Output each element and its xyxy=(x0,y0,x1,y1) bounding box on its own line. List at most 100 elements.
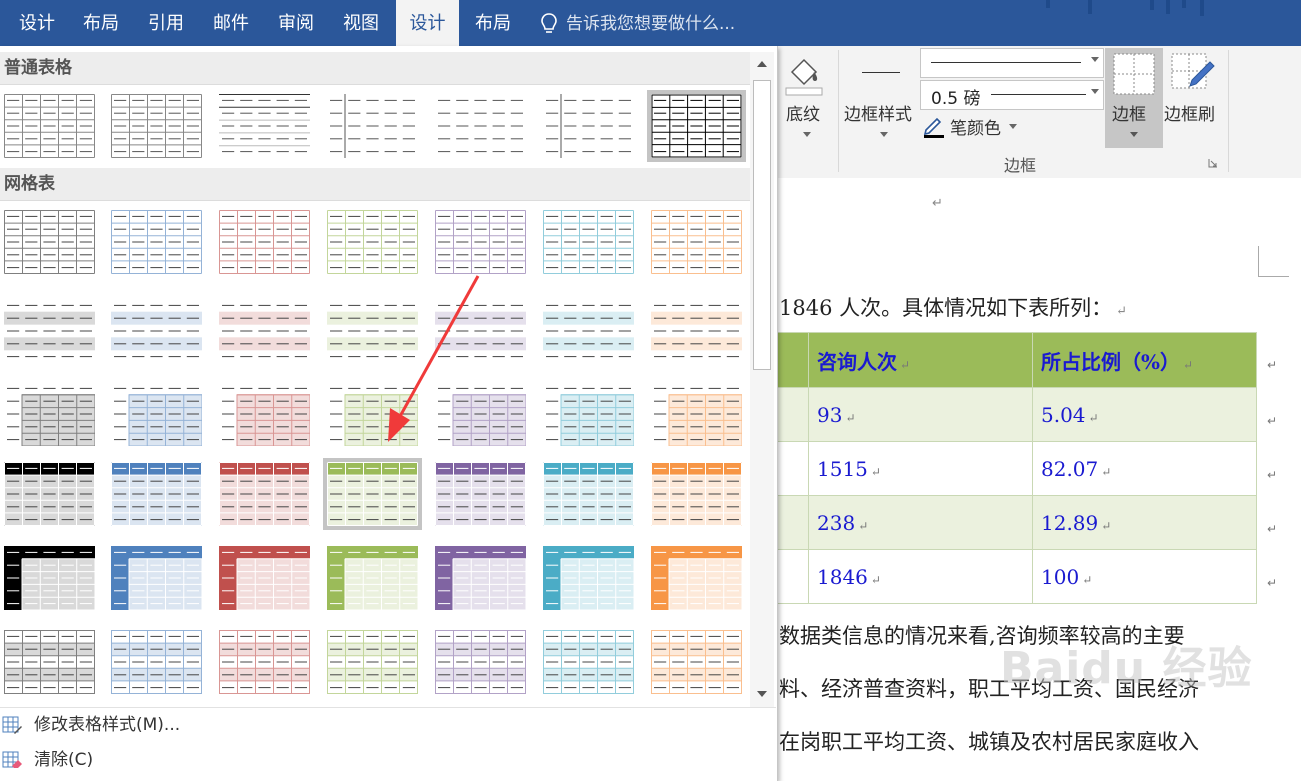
style-swatch-grid[interactable] xyxy=(4,462,95,526)
ribbon-borders-group: 底纹 边框样式 0.5 磅 笔颜色 边框 边框刷 边框 xyxy=(776,46,1301,179)
style-swatch-grid[interactable] xyxy=(327,630,418,694)
style-swatch-grid[interactable] xyxy=(219,546,310,610)
shading-dropdown-arrow[interactable] xyxy=(803,132,811,137)
style-swatch-grid[interactable] xyxy=(543,546,634,610)
border-style-line-icon[interactable] xyxy=(862,72,900,73)
pen-color-icon[interactable] xyxy=(922,114,946,138)
tab-mailings[interactable]: 邮件 xyxy=(202,0,260,46)
table-cell[interactable] xyxy=(776,387,809,442)
style-swatch-grid[interactable] xyxy=(651,299,742,363)
border-styles-dropdown-arrow[interactable] xyxy=(880,132,888,137)
tab-design-doc[interactable]: 设计 xyxy=(8,0,66,46)
style-swatch-grid[interactable] xyxy=(651,546,742,610)
pen-color-label[interactable]: 笔颜色 xyxy=(950,114,1001,139)
style-swatch-grid[interactable] xyxy=(651,630,742,694)
table-cell[interactable]: 100 ↵ xyxy=(1032,549,1257,604)
style-swatch-grid[interactable] xyxy=(543,210,634,274)
tab-references[interactable]: 引用 xyxy=(137,0,195,46)
style-swatch-plain[interactable] xyxy=(327,94,418,158)
style-swatch-grid[interactable] xyxy=(219,299,310,363)
pen-color-dropdown-arrow[interactable] xyxy=(1009,124,1017,129)
style-swatch-grid[interactable] xyxy=(435,210,526,274)
style-swatch-grid[interactable] xyxy=(651,382,742,446)
style-swatch-plain[interactable] xyxy=(647,90,746,162)
style-swatch-grid[interactable] xyxy=(111,299,202,363)
style-swatch-grid-preview xyxy=(222,387,310,446)
modify-table-style-menu-item[interactable]: 修改表格样式(M)... xyxy=(0,708,750,742)
document-table[interactable]: 咨询人次 ↵ 所占比例（%） ↵ 93 ↵ 5.04 ↵ 1515 ↵ 82.07 ↵ 23… xyxy=(776,332,1257,604)
style-swatch-grid[interactable] xyxy=(543,299,634,363)
border-styles-label[interactable]: 边框样式 xyxy=(844,100,912,125)
style-swatch-grid[interactable] xyxy=(543,462,634,526)
table-cell[interactable]: 238 ↵ xyxy=(808,495,1033,550)
line-weight-combo[interactable]: 0.5 磅 xyxy=(920,80,1104,110)
border-painter-label[interactable]: 边框刷 xyxy=(1164,100,1215,125)
style-swatch-grid[interactable] xyxy=(219,382,310,446)
table-cell[interactable] xyxy=(776,549,809,604)
style-swatch-grid[interactable] xyxy=(4,546,95,610)
scroll-thumb[interactable] xyxy=(753,80,771,370)
style-swatch-grid[interactable] xyxy=(435,546,526,610)
tab-review[interactable]: 审阅 xyxy=(267,0,325,46)
table-cell[interactable]: 12.89 ↵ xyxy=(1032,495,1257,550)
style-swatch-grid[interactable] xyxy=(4,382,95,446)
style-swatch-grid[interactable] xyxy=(543,630,634,694)
style-swatch-grid[interactable] xyxy=(111,210,202,274)
table-cell[interactable] xyxy=(776,441,809,496)
style-swatch-plain[interactable] xyxy=(435,94,526,158)
style-swatch-grid[interactable] xyxy=(651,462,742,526)
tab-table-design[interactable]: 设计 xyxy=(396,0,459,46)
style-swatch-grid[interactable] xyxy=(111,630,202,694)
table-cell[interactable]: 5.04 ↵ xyxy=(1032,387,1257,442)
style-swatch-grid-preview xyxy=(327,462,418,526)
style-swatch-grid-preview xyxy=(111,462,202,526)
table-cell[interactable]: 1846 ↵ xyxy=(808,549,1033,604)
table-cell[interactable]: 82.07 ↵ xyxy=(1032,441,1257,496)
border-painter-icon[interactable] xyxy=(1170,52,1216,96)
borders-button[interactable]: 边框 xyxy=(1105,48,1163,148)
style-swatch-grid[interactable] xyxy=(111,546,202,610)
style-swatch-grid[interactable] xyxy=(4,299,95,363)
style-swatch-plain[interactable] xyxy=(4,94,95,158)
style-swatch-grid[interactable] xyxy=(323,458,422,530)
style-swatch-grid[interactable] xyxy=(435,462,526,526)
tab-table-layout[interactable]: 布局 xyxy=(464,0,522,46)
shading-bucket-icon[interactable] xyxy=(784,52,824,96)
style-swatch-grid[interactable] xyxy=(651,210,742,274)
gallery-section-plain: 普通表格 xyxy=(0,52,750,85)
lightbulb-icon xyxy=(541,13,557,33)
table-cell[interactable]: 1515 ↵ xyxy=(808,441,1033,496)
table-cell[interactable]: 93 ↵ xyxy=(808,387,1033,442)
gallery-scrollbar[interactable] xyxy=(750,52,774,707)
table-cell[interactable] xyxy=(776,332,809,388)
style-swatch-grid-preview xyxy=(543,304,634,358)
style-swatch-grid[interactable] xyxy=(4,210,95,274)
tab-layout-doc[interactable]: 布局 xyxy=(72,0,130,46)
table-header-cell[interactable]: 所占比例（%） ↵ xyxy=(1032,332,1257,388)
tab-view[interactable]: 视图 xyxy=(332,0,390,46)
style-swatch-plain[interactable] xyxy=(543,94,634,158)
style-swatch-grid[interactable] xyxy=(111,462,202,526)
scroll-up-icon[interactable] xyxy=(750,52,774,76)
tell-me-search[interactable]: 告诉我您想要做什么... xyxy=(566,0,735,46)
style-swatch-plain[interactable] xyxy=(219,94,310,158)
dialog-launcher-icon[interactable] xyxy=(1208,158,1218,168)
style-swatch-plain[interactable] xyxy=(111,94,202,158)
modify-table-style-label: 修改表格样式(M)... xyxy=(34,715,181,735)
style-swatch-grid[interactable] xyxy=(4,630,95,694)
style-swatch-grid[interactable] xyxy=(435,630,526,694)
line-weight-sample xyxy=(991,94,1086,95)
style-swatch-grid[interactable] xyxy=(219,630,310,694)
style-swatch-grid[interactable] xyxy=(219,210,310,274)
style-swatch-grid[interactable] xyxy=(327,546,418,610)
style-swatch-grid[interactable] xyxy=(327,210,418,274)
style-swatch-grid[interactable] xyxy=(543,382,634,446)
line-style-combo[interactable] xyxy=(920,48,1104,78)
clear-style-menu-item[interactable]: 清除(C) xyxy=(0,743,750,777)
style-swatch-grid[interactable] xyxy=(219,462,310,526)
scroll-down-icon[interactable] xyxy=(750,682,774,706)
shading-label[interactable]: 底纹 xyxy=(786,100,820,125)
style-swatch-grid[interactable] xyxy=(111,382,202,446)
table-header-cell[interactable]: 咨询人次 ↵ xyxy=(808,332,1033,388)
table-cell[interactable] xyxy=(776,495,809,550)
